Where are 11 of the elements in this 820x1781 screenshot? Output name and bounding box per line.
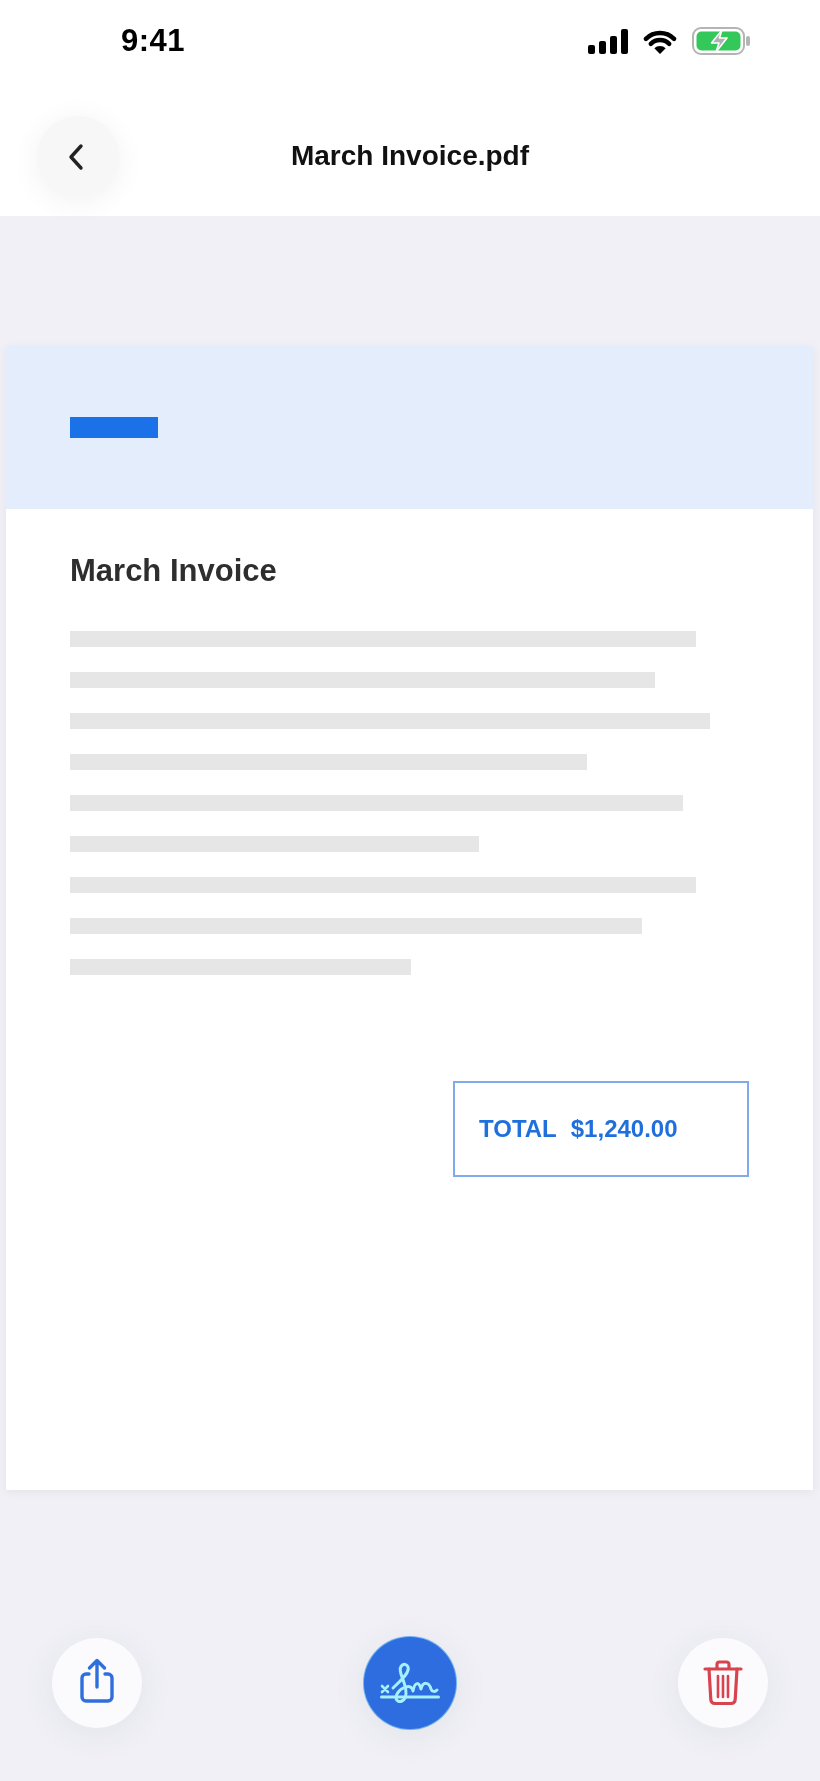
total-label: TOTAL [479, 1115, 557, 1143]
signal-icon [588, 28, 628, 54]
trash-icon [703, 1660, 743, 1706]
total-amount: $1,240.00 [570, 1115, 678, 1143]
status-time: 9:41 [121, 23, 186, 59]
signature-icon [380, 1661, 440, 1705]
battery-charging-icon [692, 27, 750, 55]
share-icon [79, 1658, 115, 1704]
document-title: March Invoice [70, 553, 277, 589]
chevron-left-icon [68, 143, 84, 171]
nav-title: March Invoice.pdf [290, 140, 529, 172]
